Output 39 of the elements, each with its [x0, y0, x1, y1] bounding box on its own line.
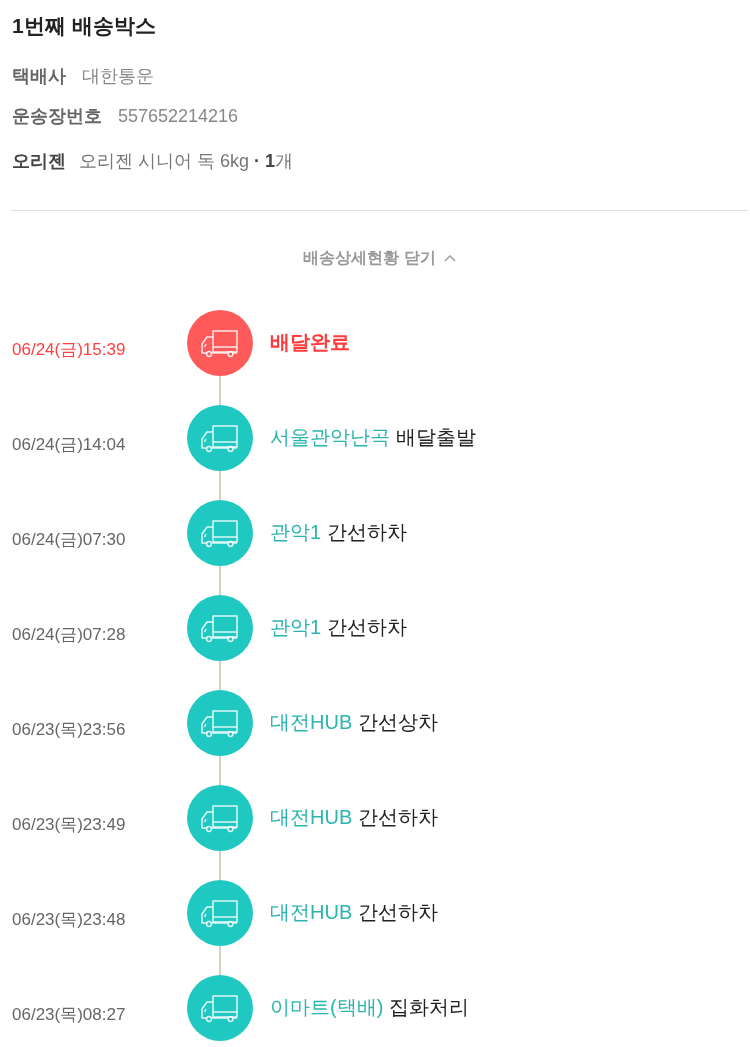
- event-time: 06/24(금)14:04: [12, 434, 127, 456]
- box-title: 1번째 배송박스: [12, 13, 157, 39]
- field-value: 대한통운: [82, 65, 154, 88]
- event-status: 집화처리: [389, 995, 470, 1020]
- event-time: 06/24(금)15:39: [12, 339, 127, 361]
- event-location: 대전HUB: [270, 805, 353, 830]
- event-status: 배달출발: [396, 425, 476, 450]
- event-location: 관악1: [270, 615, 322, 640]
- field-label: 운송장번호: [12, 105, 102, 128]
- event-status: 배달완료: [270, 330, 350, 355]
- event-status: 간선하차: [358, 805, 439, 830]
- truck-icon: [187, 975, 253, 1041]
- product-brand: 오리젠: [12, 150, 66, 173]
- truck-icon: [187, 690, 253, 756]
- event-time: 06/23(목)23:49: [12, 814, 127, 836]
- event-location: 관악1: [270, 520, 322, 545]
- truck-icon: [187, 785, 253, 851]
- collapse-button[interactable]: 배송상세현황 닫기: [299, 246, 460, 270]
- event-status: 간선하차: [358, 900, 439, 925]
- event-time: 06/23(목)08:27: [12, 1004, 127, 1026]
- product-name: 오리젠 시니어 독 6kg · 1개: [79, 150, 294, 173]
- truck-icon: [187, 880, 253, 946]
- event-time: 06/23(목)23:56: [12, 719, 127, 741]
- truck-icon: [187, 500, 253, 566]
- event-location: 이마트(택배): [270, 995, 384, 1020]
- truck-icon: [187, 405, 253, 471]
- truck-icon: [187, 310, 253, 376]
- event-location: 서울관악난곡: [270, 425, 390, 450]
- event-location: 대전HUB: [270, 710, 353, 735]
- event-location: 대전HUB: [270, 900, 353, 925]
- event-time: 06/23(목)23:48: [12, 909, 127, 931]
- event-status: 간선하차: [327, 615, 408, 640]
- event-time: 06/24(금)07:28: [12, 624, 127, 646]
- field-label: 택배사: [12, 65, 66, 88]
- truck-icon: [187, 595, 253, 661]
- event-status: 간선상차: [358, 710, 439, 735]
- event-time: 06/24(금)07:30: [12, 529, 127, 551]
- event-status: 간선하차: [327, 520, 408, 545]
- field-value: 557652214216: [118, 105, 239, 128]
